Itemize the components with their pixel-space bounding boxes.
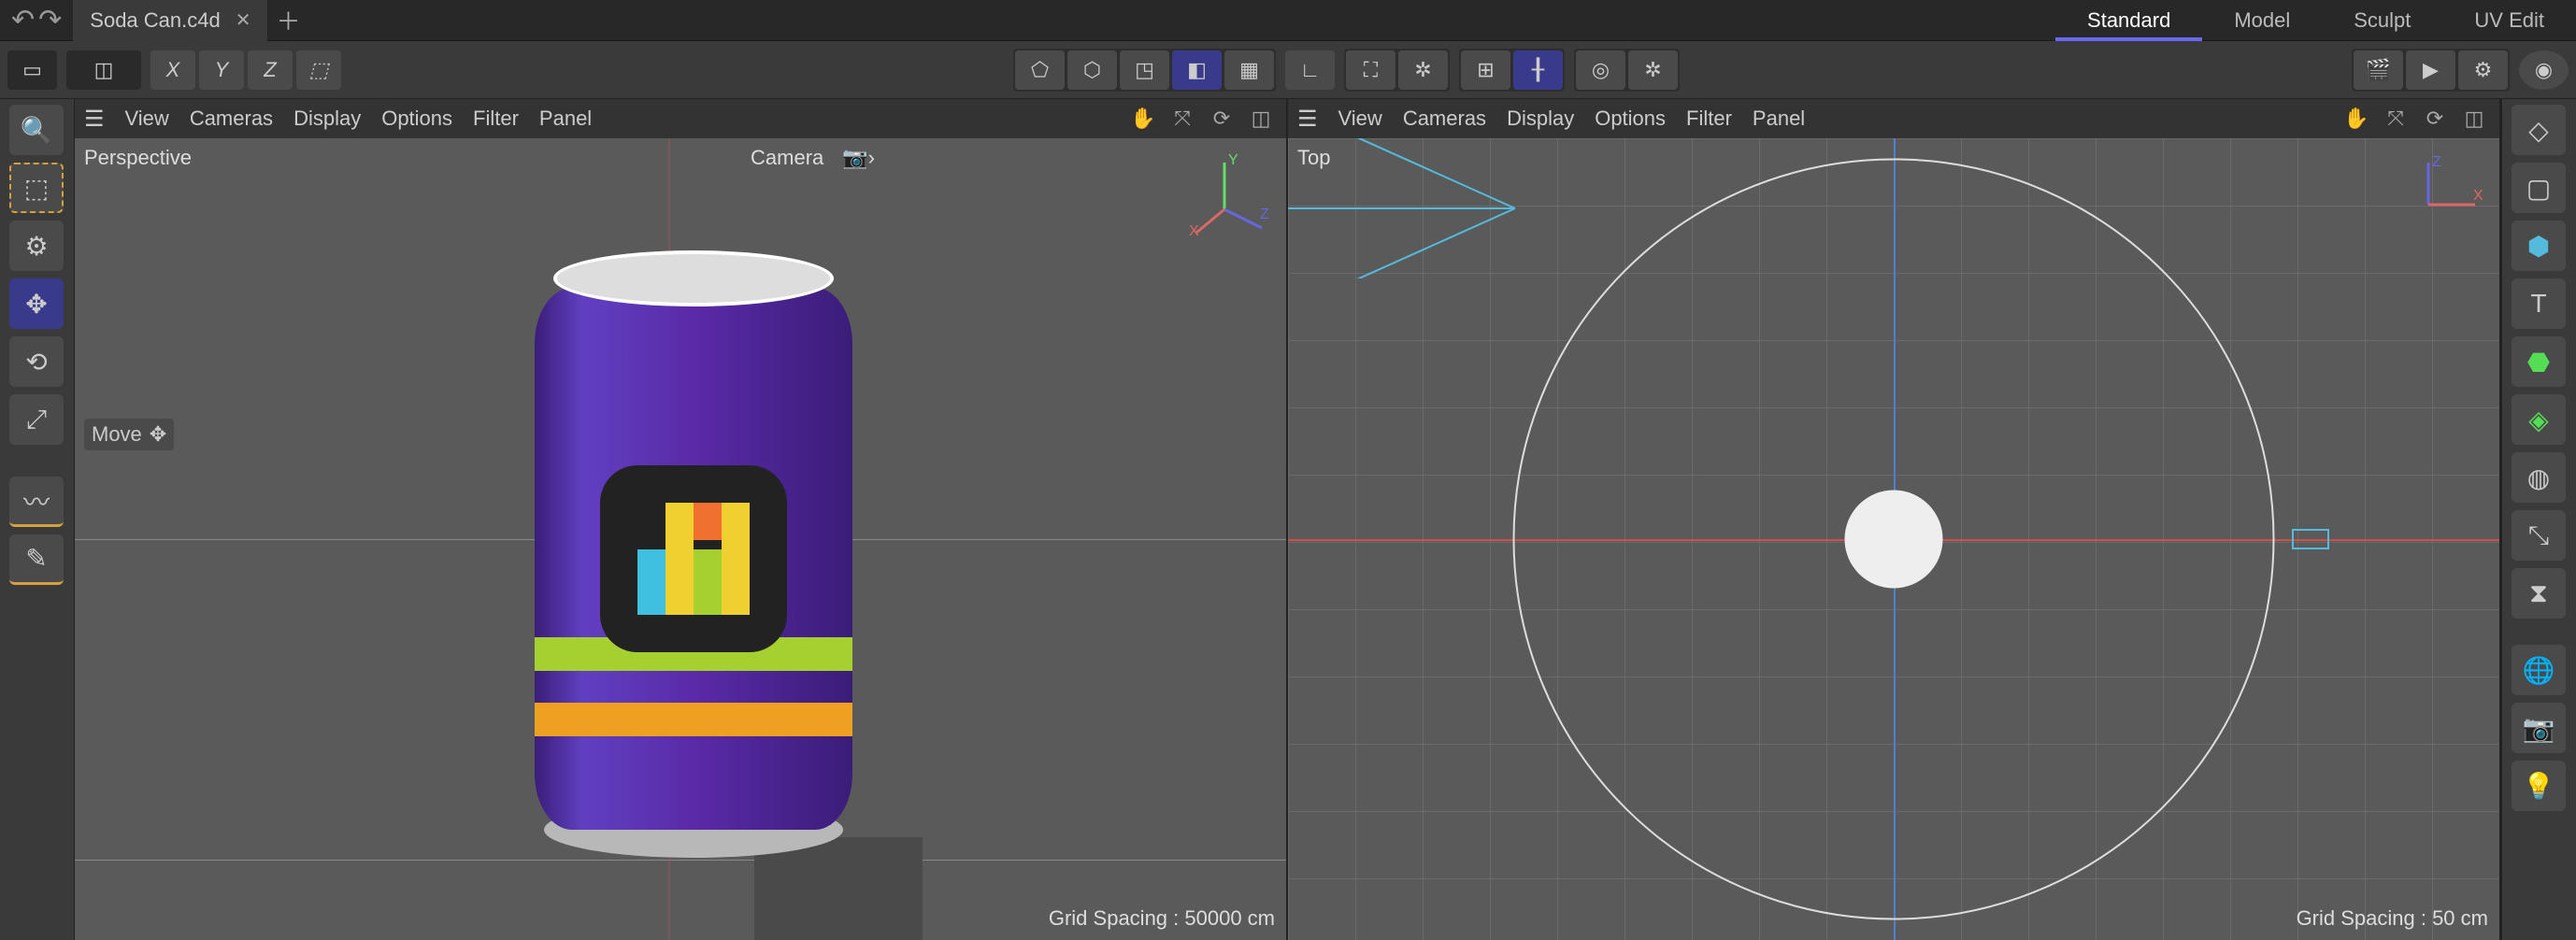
undo-icon[interactable]: ↶ xyxy=(11,4,35,36)
axis-z-toggle[interactable]: Z xyxy=(248,50,293,90)
sym-button[interactable]: ⧗ xyxy=(2512,568,2566,619)
vp-menu-display[interactable]: Display xyxy=(293,107,361,131)
close-icon[interactable]: ✕ xyxy=(236,8,251,32)
vp-menu-panel[interactable]: Panel xyxy=(1753,107,1805,131)
document-tab[interactable]: Soda Can.c4d ✕ xyxy=(73,0,267,41)
viewport-top[interactable]: Top Z X Grid Spacing : 50 cm xyxy=(1288,138,2499,940)
render-region-button[interactable]: ◉ xyxy=(2519,50,2569,90)
camera-button[interactable]: 📷 xyxy=(2512,703,2566,753)
layout-sculpt[interactable]: Sculpt xyxy=(2322,0,2442,41)
render-pic-button[interactable]: ▶ xyxy=(2406,50,2455,90)
brush-tool[interactable]: 〰 xyxy=(9,477,64,527)
axis-y-toggle[interactable]: Y xyxy=(199,50,244,90)
vp-menu-view[interactable]: View xyxy=(1338,107,1382,131)
snap-settings-button[interactable]: ✲ xyxy=(1398,50,1448,90)
light-button[interactable]: 💡 xyxy=(2512,761,2566,811)
can-top xyxy=(553,250,834,306)
can-body xyxy=(535,288,852,830)
camera-object[interactable] xyxy=(2292,529,2329,549)
live-select-tool[interactable]: ⬚ xyxy=(9,163,64,213)
axis-gizmo[interactable]: Y Z X xyxy=(1187,153,1271,237)
guide-snap-button[interactable]: ╂ xyxy=(1513,50,1563,90)
spline-tool[interactable]: ✎ xyxy=(9,534,64,585)
vp-isoline-button[interactable]: ⬡ xyxy=(1067,50,1117,90)
move-tool[interactable]: ✥ xyxy=(9,278,64,329)
primitive-cube-button[interactable]: ⬢ xyxy=(2512,221,2566,271)
maximize-icon[interactable]: ◫ xyxy=(1245,103,1277,135)
orbit-icon[interactable]: ⟳ xyxy=(2419,103,2451,135)
render-view-button[interactable]: 🎬 xyxy=(2354,50,2403,90)
render-settings-button[interactable]: ⚙ xyxy=(2458,50,2508,90)
vp-menu-cameras[interactable]: Cameras xyxy=(1403,107,1486,131)
viewport-perspective[interactable]: Perspective Camera 📷› Move✥ xyxy=(75,138,1286,940)
vp-gouraud-button[interactable]: ◧ xyxy=(1172,50,1222,90)
settings-tool[interactable]: ⚙ xyxy=(9,221,64,271)
viewport-label: Top xyxy=(1297,146,1330,170)
vp-menu-options[interactable]: Options xyxy=(381,107,452,131)
history-button[interactable]: ▭ xyxy=(7,50,57,90)
vp-menu-filter[interactable]: Filter xyxy=(473,107,519,131)
pan-icon[interactable]: ✋ xyxy=(2340,103,2372,135)
text-object-button[interactable]: T xyxy=(2512,278,2566,329)
active-tool-label: Move✥ xyxy=(84,419,174,450)
can-stripe-orange xyxy=(535,703,852,736)
dolly-icon[interactable]: ⤧ xyxy=(2380,103,2411,135)
rotate-tool[interactable]: ⟲ xyxy=(9,336,64,387)
svg-text:Z: Z xyxy=(2432,154,2441,170)
scale-tool[interactable]: ⤢ xyxy=(9,394,64,445)
vp-menu-panel[interactable]: Panel xyxy=(539,107,592,131)
volume-button[interactable]: ◈ xyxy=(2512,394,2566,445)
search-button[interactable]: 🔍 xyxy=(9,105,64,155)
svg-text:Z: Z xyxy=(1260,207,1269,222)
camera-label: Camera xyxy=(751,146,823,170)
tab-title: Soda Can.c4d xyxy=(90,8,220,33)
environment-button[interactable]: 🌐 xyxy=(2512,645,2566,695)
soft-select-button[interactable]: ◎ xyxy=(1576,50,1625,90)
object-top[interactable] xyxy=(1845,491,1943,589)
dolly-icon[interactable]: ⤧ xyxy=(1166,103,1198,135)
redo-icon[interactable]: ↷ xyxy=(38,4,62,36)
viewport-menu-icon[interactable]: ☰ xyxy=(84,106,105,133)
coord-system-button[interactable]: ⬚ xyxy=(296,50,341,90)
vp-menu-filter[interactable]: Filter xyxy=(1686,107,1732,131)
grid-spacing-label: Grid Spacing : 50000 cm xyxy=(1049,906,1275,931)
axis-x-toggle[interactable]: X xyxy=(150,50,195,90)
vp-menu-view[interactable]: View xyxy=(125,107,169,131)
svg-text:X: X xyxy=(2473,188,2483,204)
grid-line xyxy=(75,860,1286,861)
can-logo xyxy=(600,465,787,652)
vp-menu-cameras[interactable]: Cameras xyxy=(190,107,273,131)
axis-gizmo[interactable]: Z X xyxy=(2400,153,2484,237)
deformer-button[interactable]: ◍ xyxy=(2512,452,2566,503)
square-button[interactable]: ▢ xyxy=(2512,163,2566,213)
layout-model[interactable]: Model xyxy=(2202,0,2322,41)
svg-text:X: X xyxy=(1189,223,1199,237)
vp-menu-options[interactable]: Options xyxy=(1595,107,1666,131)
vp-menu-display[interactable]: Display xyxy=(1507,107,1574,131)
maximize-icon[interactable]: ◫ xyxy=(2458,103,2490,135)
mograph-button[interactable]: ⬣ xyxy=(2512,336,2566,387)
layout-standard[interactable]: Standard xyxy=(2055,0,2202,41)
vp-box-button[interactable]: ◳ xyxy=(1120,50,1169,90)
viewport-menu-icon[interactable]: ☰ xyxy=(1297,106,1318,133)
vp-solo-button[interactable]: ⬠ xyxy=(1015,50,1065,90)
asset-browser-button[interactable]: ◫ xyxy=(66,50,141,90)
magnet-button[interactable]: ⛶ xyxy=(1346,50,1395,90)
layout-uvedit[interactable]: UV Edit xyxy=(2442,0,2576,41)
add-tab-button[interactable]: ＋ xyxy=(267,3,308,37)
move-icon: ✥ xyxy=(150,422,166,447)
workplane-button[interactable]: ∟ xyxy=(1285,50,1335,90)
pan-icon[interactable]: ✋ xyxy=(1127,103,1159,135)
viewport-label: Perspective xyxy=(84,146,192,170)
field-button[interactable]: ⤡ xyxy=(2512,510,2566,561)
camera-icon[interactable]: 📷› xyxy=(842,146,875,170)
vp-wire-button[interactable]: ▦ xyxy=(1224,50,1274,90)
orbit-icon[interactable]: ⟳ xyxy=(1206,103,1238,135)
subdiv-object-button[interactable]: ◇ xyxy=(2512,105,2566,155)
grid-spacing-label: Grid Spacing : 50 cm xyxy=(2297,906,2488,931)
svg-text:Y: Y xyxy=(1228,153,1238,168)
grid-snap-button[interactable]: ⊞ xyxy=(1461,50,1510,90)
soda-can-object[interactable] xyxy=(535,250,852,858)
soft-settings-button[interactable]: ✲ xyxy=(1628,50,1678,90)
